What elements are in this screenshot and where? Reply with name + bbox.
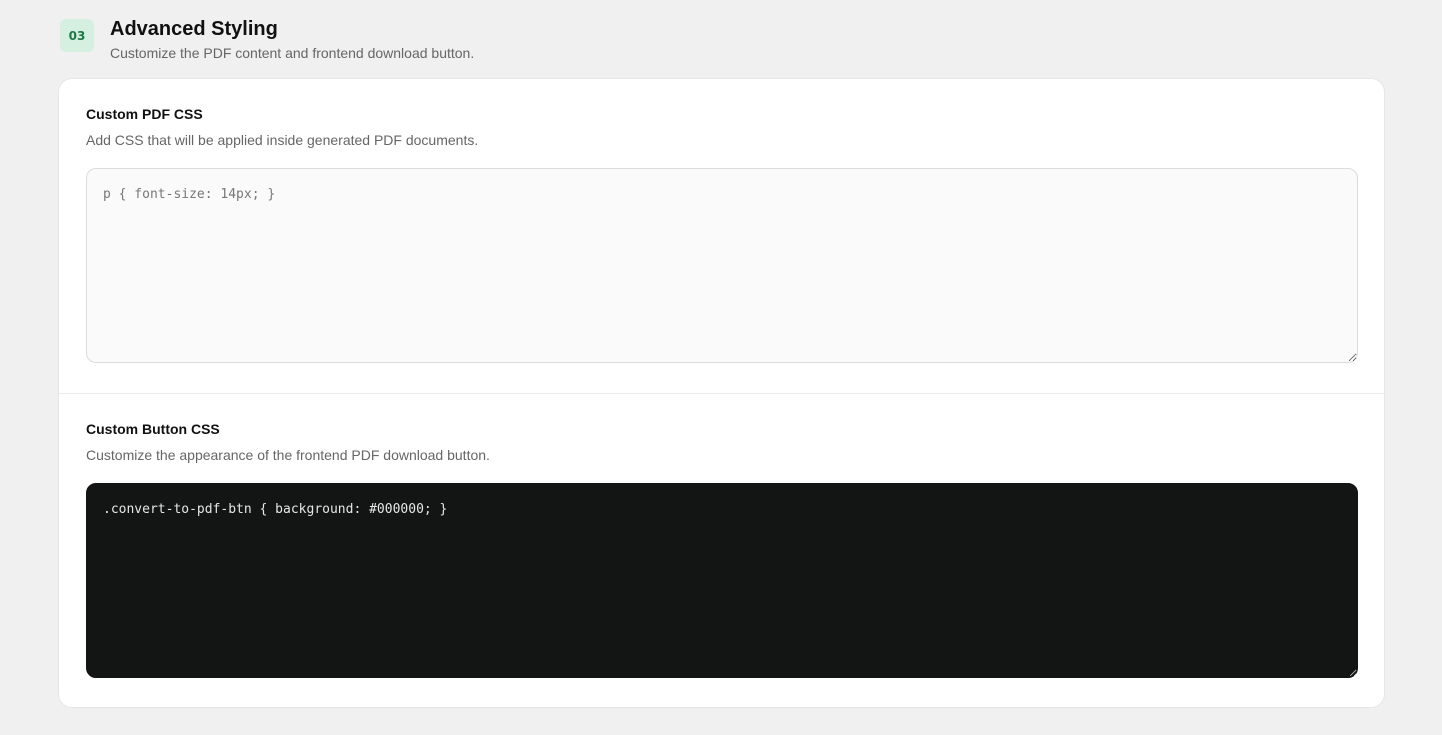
- custom-button-css-label: Custom Button CSS: [86, 421, 220, 437]
- custom-button-css-description: Customize the appearance of the frontend…: [86, 447, 490, 463]
- section-title: Advanced Styling: [110, 18, 278, 40]
- section-header: 03 Advanced Styling Customize the PDF co…: [60, 18, 474, 61]
- custom-pdf-css-block: Custom PDF CSS Add CSS that will be appl…: [59, 79, 1384, 394]
- custom-button-css-textarea[interactable]: .convert-to-pdf-btn { background: #00000…: [86, 483, 1358, 678]
- custom-pdf-css-textarea[interactable]: [86, 168, 1358, 363]
- step-badge: 03: [60, 19, 94, 52]
- advanced-styling-card: Custom PDF CSS Add CSS that will be appl…: [58, 78, 1385, 708]
- section-subtitle: Customize the PDF content and frontend d…: [110, 45, 475, 61]
- custom-pdf-css-label: Custom PDF CSS: [86, 106, 203, 122]
- custom-button-css-block: Custom Button CSS Customize the appearan…: [59, 394, 1384, 707]
- custom-pdf-css-description: Add CSS that will be applied inside gene…: [86, 132, 479, 148]
- section-header-text: Advanced Styling Customize the PDF conte…: [110, 18, 474, 61]
